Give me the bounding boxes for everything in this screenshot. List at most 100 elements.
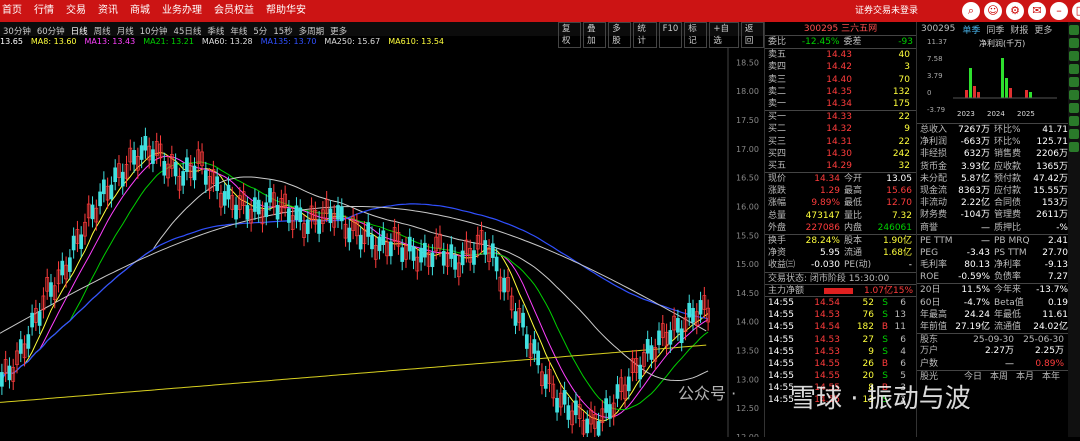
ask-row[interactable]: 卖四 14.42 3 [765, 61, 916, 73]
candle-body [562, 390, 567, 405]
sidebar-button[interactable] [1069, 77, 1079, 87]
tick-volume: 52 [862, 297, 874, 308]
quote-stats: 现价 14.34 今开 13.05 涨跌 1.29 最高 15.66 涨幅 9.89% 最低 12.7… [765, 172, 916, 234]
stat-label: 现价 [768, 174, 787, 185]
book-price: 14.42 [826, 62, 852, 73]
tick-row[interactable]: 14:55 14.54 52 S 6 [765, 297, 916, 309]
message-icon[interactable]: ✉ [1028, 2, 1046, 20]
finance-row: 60日 -4.7% Beta值 0.19 [917, 297, 1080, 309]
sidebar-button[interactable] [1069, 129, 1079, 139]
finance-label: 预付款 [994, 173, 1022, 184]
sidebar-button[interactable] [1069, 90, 1079, 100]
tick-count: 6 [900, 297, 906, 308]
finance-row: PEG -3.43 PS TTM 27.70 [917, 247, 1080, 259]
watermark: 雪球 · 振动与波 [790, 384, 971, 414]
stat-row: 涨幅 9.89% 最低 12.70 [765, 197, 916, 209]
stat-row: 净资 5.95 流通 1.68亿 [765, 247, 916, 259]
bottom-tab[interactable]: 本周 [986, 371, 1012, 382]
ask-book: 卖五 14.43 40 卖四 14.42 3 卖三 14.40 70 卖二 14.35 132 卖一 14… [765, 48, 916, 110]
sidebar-button[interactable] [1069, 64, 1079, 74]
finance-tab[interactable]: 同季 [983, 23, 1007, 36]
finance-value: 41.71 [1042, 125, 1068, 135]
tick-row[interactable]: 14:55 14.53 9 S 4 [765, 346, 916, 358]
bid-row[interactable]: 买四 14.30 242 [765, 148, 916, 160]
tick-row[interactable]: 14:55 14.53 76 S 13 [765, 309, 916, 321]
ma-value: MA21: 13.21 [143, 37, 194, 46]
book-volume: 242 [892, 148, 910, 159]
finance-label: 年最低 [994, 309, 1022, 320]
tick-volume: 9 [868, 346, 874, 357]
tick-row[interactable]: 14:55 14.53 27 S 6 [765, 334, 916, 346]
sidebar-button[interactable] [1069, 38, 1079, 48]
gear-icon[interactable]: ⚙ [1006, 2, 1024, 20]
candle-body [389, 241, 393, 257]
sidebar-button[interactable] [1069, 116, 1079, 126]
candle-body [336, 205, 340, 220]
kline-chart[interactable]: 18.50 18.00 17.50 17.00 16.50 16.00 15.50 15.00… [0, 48, 764, 441]
stat-value: 14.34 [814, 174, 840, 185]
login-status[interactable]: 证券交易未登录 [855, 0, 918, 22]
sidebar-button[interactable] [1069, 25, 1079, 35]
bottom-tab[interactable]: 本年 [1038, 371, 1064, 382]
search-icon[interactable]: ⌕ [962, 2, 980, 20]
tick-volume: 182 [856, 322, 874, 333]
candle-body [449, 244, 454, 259]
finance-tab[interactable]: 单季 [959, 23, 983, 36]
finance-tab[interactable]: 更多 [1031, 23, 1055, 36]
tick-row[interactable]: 14:55 14.54 182 B 11 [765, 321, 916, 333]
finance-label: 应付款 [994, 185, 1022, 196]
candle-body [253, 197, 257, 212]
candle-body [203, 170, 208, 185]
ma-value: MA13: 13.43 [84, 37, 136, 46]
book-label: 卖四 [768, 62, 787, 73]
maximize-icon[interactable]: □ [1072, 2, 1080, 20]
candle-body [490, 243, 495, 258]
candle-body [453, 255, 457, 270]
profit-bar [1001, 58, 1004, 98]
finance-value: -9.13 [1044, 260, 1068, 271]
candle-body [294, 205, 299, 221]
candle-body [419, 247, 423, 263]
bid-row[interactable]: 买五 14.29 32 [765, 160, 916, 172]
finance-label: PS TTM [994, 247, 1027, 258]
user-icon[interactable]: ☺ [984, 2, 1002, 20]
book-price: 14.33 [826, 112, 852, 123]
book-volume: 22 [898, 136, 910, 147]
minimize-icon[interactable]: – [1050, 2, 1068, 20]
profit-bar [1025, 90, 1028, 98]
ask-row[interactable]: 卖一 14.34 175 [765, 98, 916, 110]
candle-body [377, 236, 382, 252]
ask-row[interactable]: 卖五 14.43 40 [765, 49, 916, 61]
sidebar-button[interactable] [1069, 51, 1079, 61]
finance-tab[interactable]: 财报 [1007, 23, 1031, 36]
year-label: 2024 [987, 110, 1005, 118]
finance-label: 负债率 [994, 272, 1022, 283]
finance-value: -104万 [960, 210, 990, 221]
bid-row[interactable]: 买三 14.31 22 [765, 136, 916, 148]
ask-row[interactable]: 卖三 14.40 70 [765, 74, 916, 86]
kline-svg[interactable]: 18.50 18.00 17.50 17.00 16.50 16.00 15.50 15.00… [0, 48, 764, 441]
candle-body [102, 179, 106, 195]
tick-row[interactable]: 14:55 14.55 26 B 6 [765, 358, 916, 370]
tick-volume: 26 [862, 358, 874, 369]
sidebar-button[interactable] [1069, 142, 1079, 152]
bottom-tab[interactable]: 本月 [1012, 371, 1038, 382]
sidebar-button[interactable] [1069, 103, 1079, 113]
candle-body [604, 398, 608, 413]
finance-value: 2206万 [1036, 149, 1068, 160]
bid-row[interactable]: 买一 14.33 22 [765, 111, 916, 123]
candle-body [71, 235, 76, 251]
finance-label: 非流动 [920, 198, 948, 209]
finance-row: 未分配 5.87亿 预付款 47.42万 [917, 173, 1080, 185]
finance-label: 总收入 [920, 125, 948, 135]
tick-price: 14.54 [814, 297, 840, 308]
candle-body [691, 307, 695, 323]
stat-row: 外盘 227086 内盘 246061 [765, 222, 916, 234]
tick-side: S [882, 310, 888, 321]
finance-row: 非流动 2.22亿 合同债 153万 [917, 197, 1080, 209]
tick-count: 13 [894, 310, 906, 321]
finance-value: 5.87亿 [960, 173, 990, 184]
bid-row[interactable]: 买二 14.32 9 [765, 123, 916, 135]
book-volume: 32 [898, 160, 910, 171]
ask-row[interactable]: 卖二 14.35 132 [765, 86, 916, 98]
